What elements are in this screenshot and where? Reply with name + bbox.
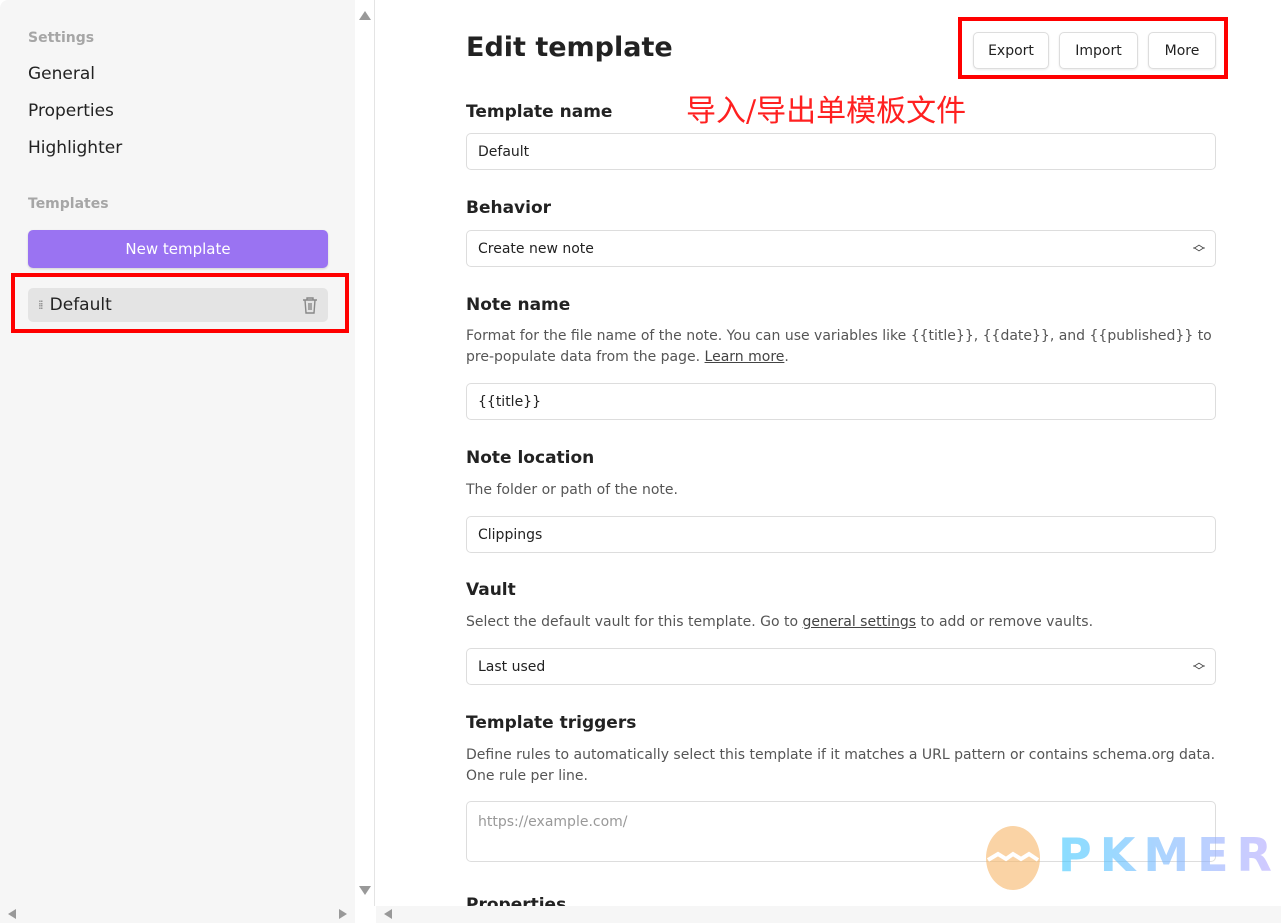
sidebar-item-properties[interactable]: Properties xyxy=(28,101,114,121)
vault-select[interactable]: Last used ︿ ﹀ xyxy=(466,648,1216,685)
highlight-box xyxy=(11,273,349,333)
vault-description: Select the default vault for this templa… xyxy=(466,612,1216,633)
egg-logo-icon xyxy=(986,826,1040,890)
learn-more-link[interactable]: Learn more xyxy=(705,349,785,365)
scroll-left-icon[interactable] xyxy=(384,909,392,919)
scroll-down-icon[interactable] xyxy=(359,886,371,895)
general-settings-link[interactable]: general settings xyxy=(803,614,917,630)
scroll-up-icon[interactable] xyxy=(359,11,371,20)
chevron-updown-icon: ︿ ﹀ xyxy=(1192,237,1205,260)
new-template-button[interactable]: New template xyxy=(28,230,328,268)
sidebar-item-general[interactable]: General xyxy=(28,64,95,84)
templates-heading: Templates xyxy=(28,196,109,212)
behavior-value: Create new note xyxy=(478,240,594,257)
chevron-updown-icon: ︿ ﹀ xyxy=(1192,655,1205,678)
page-title: Edit template xyxy=(466,32,673,63)
scroll-right-icon[interactable] xyxy=(339,909,347,919)
watermark-text: PKMER xyxy=(1058,828,1280,882)
main-horizontal-scrollbar[interactable] xyxy=(376,906,1281,923)
highlight-box xyxy=(958,17,1228,79)
note-name-label: Note name xyxy=(466,295,571,315)
note-location-label: Note location xyxy=(466,448,595,468)
note-name-input[interactable]: {{title}} xyxy=(466,383,1216,420)
note-name-description: Format for the file name of the note. Yo… xyxy=(466,328,1212,365)
sidebar: Settings General Properties Highlighter … xyxy=(0,0,355,906)
template-triggers-description: Define rules to automatically select thi… xyxy=(466,747,1216,784)
scroll-left-icon[interactable] xyxy=(8,909,16,919)
note-location-description: The folder or path of the note. xyxy=(466,482,678,498)
sidebar-item-highlighter[interactable]: Highlighter xyxy=(28,138,122,158)
behavior-label: Behavior xyxy=(466,198,552,218)
template-triggers-label: Template triggers xyxy=(466,713,637,733)
vault-desc-text-end: to add or remove vaults. xyxy=(916,614,1094,630)
vault-label: Vault xyxy=(466,580,516,600)
sidebar-scrollbar[interactable] xyxy=(355,0,375,906)
behavior-select[interactable]: Create new note ︿ ﹀ xyxy=(466,230,1216,267)
note-location-input[interactable]: Clippings xyxy=(466,516,1216,553)
pkmer-watermark: PKMER xyxy=(978,820,1280,890)
vault-desc-text: Select the default vault for this templa… xyxy=(466,614,803,630)
template-name-label: Template name xyxy=(466,102,613,122)
annotation-text: 导入/导出单模板文件 xyxy=(686,94,967,129)
sidebar-horizontal-scrollbar[interactable] xyxy=(0,906,355,923)
settings-heading: Settings xyxy=(28,30,95,46)
template-name-input[interactable]: Default xyxy=(466,133,1216,170)
note-name-desc-text: Format for the file name of the note. Yo… xyxy=(466,328,1212,365)
vault-value: Last used xyxy=(478,658,546,675)
